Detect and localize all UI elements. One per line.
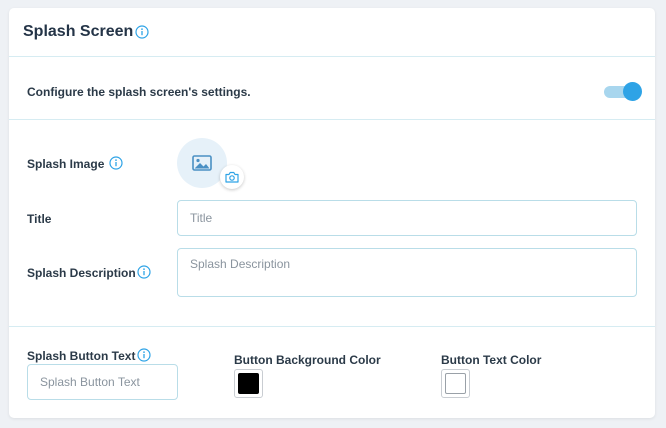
- splash-button-text-input[interactable]: [27, 364, 178, 400]
- title-label: Title: [27, 212, 52, 226]
- button-text-color-picker[interactable]: [441, 369, 470, 398]
- color-swatch: [445, 373, 466, 394]
- info-icon[interactable]: [137, 348, 151, 362]
- info-icon[interactable]: [109, 156, 123, 170]
- camera-upload-button[interactable]: [220, 165, 244, 189]
- toggle-knob: [623, 82, 642, 101]
- image-icon: [192, 155, 212, 171]
- splash-screen-card: Splash Screen Configure the splash scree…: [9, 8, 655, 418]
- section-divider: [9, 326, 655, 327]
- title-input[interactable]: [177, 200, 637, 236]
- button-text-color-label: Button Text Color: [441, 353, 542, 367]
- button-background-color-label: Button Background Color: [234, 353, 381, 367]
- info-icon[interactable]: [137, 265, 151, 279]
- splash-description-input[interactable]: [177, 248, 637, 297]
- camera-icon: [225, 171, 239, 183]
- splash-description-label: Splash Description: [27, 266, 136, 280]
- splash-image-label: Splash Image: [27, 157, 105, 171]
- button-background-color-picker[interactable]: [234, 369, 263, 398]
- splash-button-text-label: Splash Button Text: [27, 349, 136, 363]
- info-icon[interactable]: [135, 25, 149, 39]
- splash-enabled-toggle[interactable]: [604, 82, 642, 102]
- config-row: Configure the splash screen's settings.: [9, 57, 655, 120]
- card-header: Splash Screen: [9, 8, 655, 57]
- config-description: Configure the splash screen's settings.: [27, 85, 251, 99]
- page-title: Splash Screen: [23, 23, 134, 40]
- splash-image-upload[interactable]: [177, 138, 227, 188]
- color-swatch: [238, 373, 259, 394]
